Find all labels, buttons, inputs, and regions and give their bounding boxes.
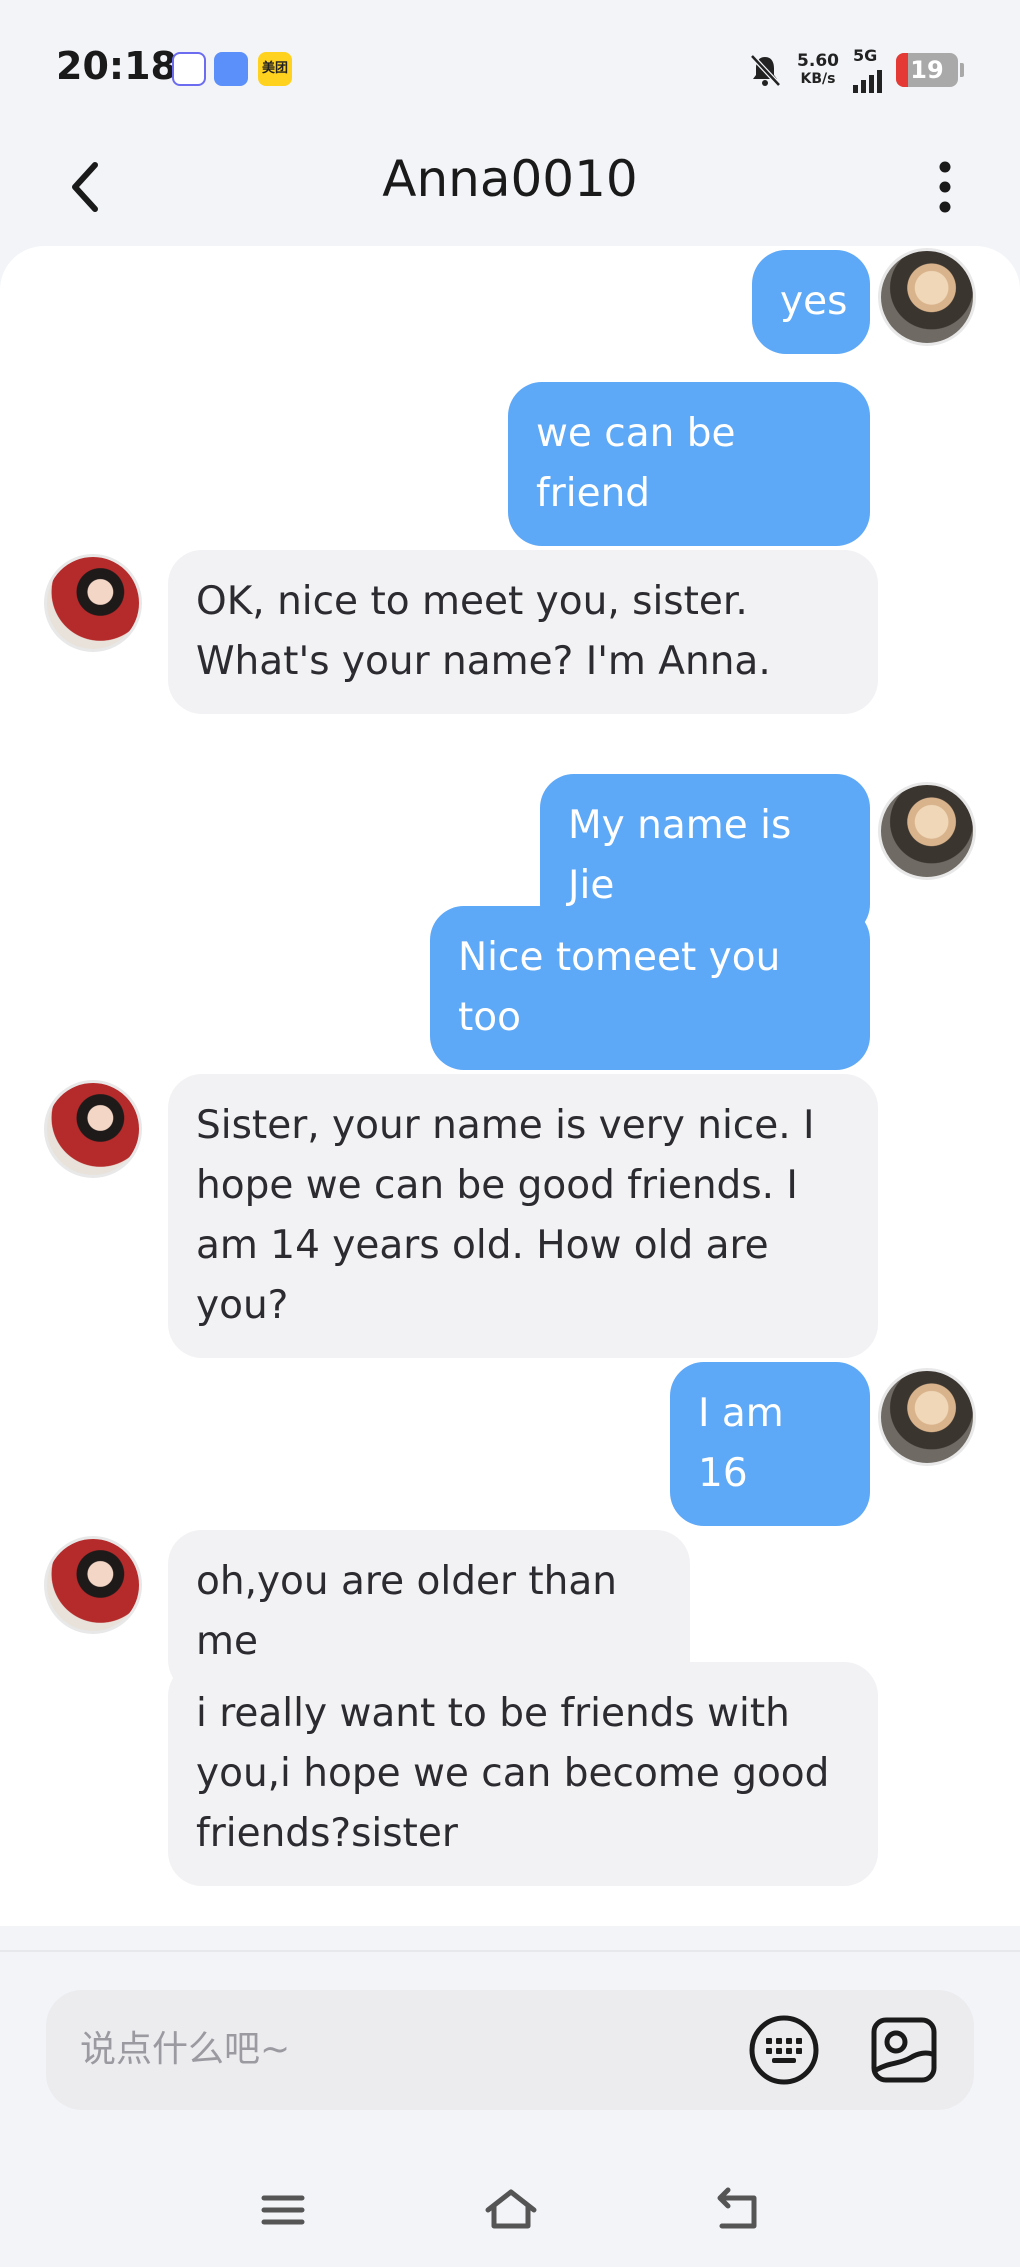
meituan-label: 美团 (261, 61, 288, 76)
message-composer: 说点什么吧~ (46, 1990, 974, 2110)
more-vertical-icon (939, 161, 951, 213)
battery-level-text: 19 (910, 55, 944, 84)
incoming-message-bubble[interactable]: OK, nice to meet you, sister. What's you… (168, 550, 878, 714)
my-avatar[interactable] (878, 782, 976, 880)
network-type: 5G (853, 46, 878, 65)
incoming-message-bubble[interactable]: Sister, your name is very nice. I hope w… (168, 1074, 878, 1358)
image-button[interactable] (866, 2012, 942, 2088)
image-icon (871, 2017, 937, 2083)
tiktok-like-app-icon (172, 52, 206, 86)
signal-group: 5G (853, 46, 882, 93)
nav-back-button[interactable] (704, 2180, 770, 2240)
contact-avatar[interactable] (44, 1536, 142, 1634)
network-speed: 5.60 KB/s (797, 52, 839, 88)
my-avatar[interactable] (878, 248, 976, 346)
back-icon (717, 2187, 757, 2229)
outgoing-message-bubble[interactable]: we can be friend (508, 382, 870, 546)
page-title: Anna0010 (382, 150, 638, 208)
nav-menu-button[interactable] (250, 2180, 316, 2240)
composer-divider (0, 1950, 1020, 1952)
mute-bell-icon (750, 53, 781, 87)
signal-strength-icon (853, 65, 882, 93)
contact-avatar[interactable] (44, 554, 142, 652)
network-speed-unit: KB/s (800, 70, 836, 87)
battery-tip (960, 62, 964, 77)
outgoing-message-bubble[interactable]: yes (752, 250, 870, 354)
keyboard-icon (749, 2015, 819, 2085)
battery-group: 19 (896, 52, 964, 87)
outgoing-message-bubble[interactable]: I am 16 (670, 1362, 870, 1526)
status-time: 20:18 (56, 44, 177, 88)
cloud-app-icon (214, 52, 248, 86)
incoming-message-bubble[interactable]: i really want to be friends with you,i h… (168, 1662, 878, 1886)
status-indicators: 5.60 KB/s 5G 19 (747, 46, 964, 93)
nav-home-button[interactable] (478, 2180, 544, 2240)
more-options-button[interactable] (910, 152, 980, 222)
meituan-app-icon: 美团 (258, 52, 292, 86)
network-speed-value: 5.60 (797, 50, 839, 71)
contact-avatar[interactable] (44, 1080, 142, 1178)
message-list[interactable]: yes we can be friend OK, nice to meet you,… (0, 246, 1020, 1926)
keyboard-button[interactable] (746, 2012, 822, 2088)
system-nav-bar (0, 2170, 1020, 2250)
my-avatar[interactable] (878, 1368, 976, 1466)
message-input[interactable]: 说点什么吧~ (80, 2020, 290, 2072)
home-icon (485, 2189, 537, 2229)
chat-header: Anna0010 (0, 130, 1020, 250)
status-bar: 20:18 美团 5.60 KB/s 5G 19 (0, 0, 1020, 130)
outgoing-message-bubble[interactable]: Nice tomeet you too (430, 906, 870, 1070)
battery-icon: 19 (896, 52, 958, 87)
menu-icon (261, 2195, 305, 2225)
